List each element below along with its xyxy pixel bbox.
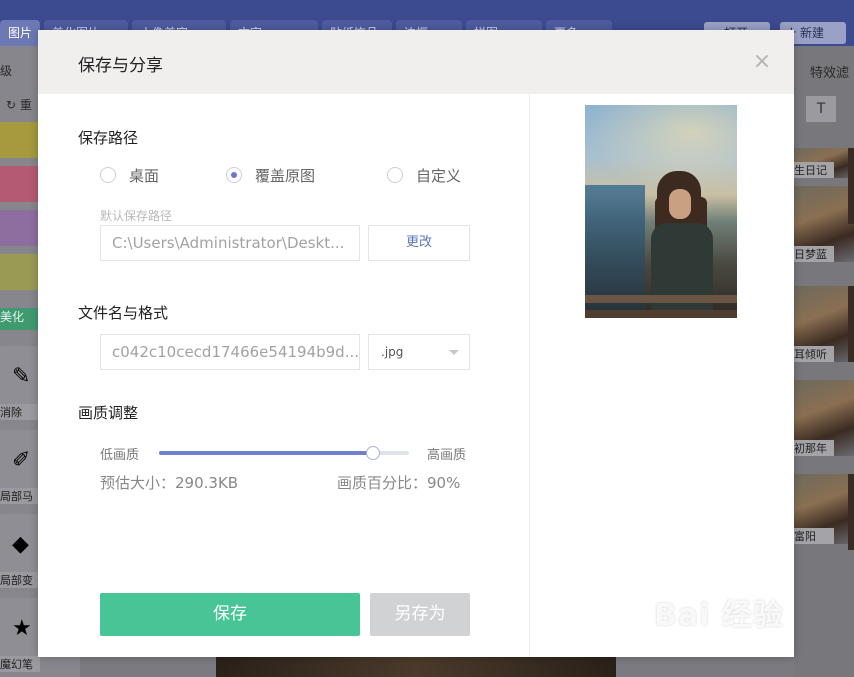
swatch-yellow[interactable] xyxy=(0,122,40,158)
canvas-image-edge xyxy=(216,656,616,677)
effect-thumb[interactable]: 生日记 xyxy=(794,148,854,178)
swatch-purple[interactable] xyxy=(0,210,40,246)
filename-field[interactable]: c042c10cecd17466e54194b9d... xyxy=(100,334,360,370)
dialog-title: 保存与分享 xyxy=(78,56,163,76)
save-as-button[interactable]: 另存为 xyxy=(370,593,470,636)
default-path-hint: 默认保存路径 xyxy=(100,209,173,223)
save-button[interactable]: 保存 xyxy=(100,593,360,636)
tool-magic-pen[interactable]: ★ 魔幻笔 xyxy=(0,598,40,672)
quality-percent: 画质百分比：90% xyxy=(337,474,461,492)
filename-format-title: 文件名与格式 xyxy=(78,304,169,322)
estimated-size: 预估大小：290.3KB xyxy=(100,474,239,492)
dialog-divider xyxy=(529,94,530,657)
chevron-down-icon xyxy=(449,350,459,355)
high-quality-label: 高画质 xyxy=(427,448,467,463)
close-icon[interactable]: × xyxy=(750,50,774,74)
effect-thumb[interactable]: 日梦蓝 xyxy=(794,186,854,262)
radio-circle xyxy=(100,167,116,183)
tool-local-change[interactable]: ◆ 局部变 xyxy=(0,514,40,588)
tab-image[interactable]: 图片 xyxy=(0,20,40,46)
effect-thumb[interactable]: 耳倾听 xyxy=(794,286,854,362)
image-preview xyxy=(585,105,737,318)
quality-slider-fill xyxy=(159,451,373,455)
palette-icon: ◆ xyxy=(12,532,29,557)
effect-thumb-edge xyxy=(848,286,854,362)
beautify-label: 美化 xyxy=(0,308,40,330)
quality-slider-thumb[interactable] xyxy=(366,446,380,460)
save-path-field[interactable]: C:\Users\Administrator\Deskt... xyxy=(100,225,360,261)
change-path-button[interactable]: 更改 xyxy=(368,225,470,261)
save-path-title: 保存路径 xyxy=(78,129,139,147)
tool-mosaic[interactable]: ✐ 局部马 xyxy=(0,430,40,504)
low-quality-label: 低画质 xyxy=(100,448,140,463)
effect-thumb-edge xyxy=(848,148,854,224)
magic-pen-icon: ★ xyxy=(12,616,32,641)
brush-icon: ✐ xyxy=(12,448,31,473)
tool-erase[interactable]: ✎ 消除 xyxy=(0,346,40,420)
effect-thumb[interactable]: 初那年 xyxy=(794,380,854,456)
swatch-pink[interactable] xyxy=(0,166,40,202)
radio-circle xyxy=(226,167,242,183)
save-share-dialog: 保存与分享 × 保存路径 桌面 覆盖原图 自定义 默认保存路径 C:\Users… xyxy=(38,30,794,657)
format-select[interactable]: .jpg xyxy=(368,334,470,370)
quality-slider[interactable] xyxy=(159,446,409,460)
text-tool-button[interactable]: T xyxy=(806,96,836,122)
effect-thumb[interactable]: 富阳 xyxy=(794,474,854,544)
radio-circle xyxy=(387,167,403,183)
swatch-olive[interactable] xyxy=(0,254,40,290)
effects-tab[interactable]: 特效滤 xyxy=(810,62,849,81)
eraser-icon: ✎ xyxy=(12,364,31,389)
undo-icon: ↻ xyxy=(6,98,17,112)
baidu-jingyan-watermark: Bai 经验 jingyan.baidu.com xyxy=(654,598,784,648)
dialog-header: 保存与分享 × xyxy=(38,30,794,94)
quality-title: 画质调整 xyxy=(78,404,139,422)
effect-thumb-edge xyxy=(848,474,854,550)
